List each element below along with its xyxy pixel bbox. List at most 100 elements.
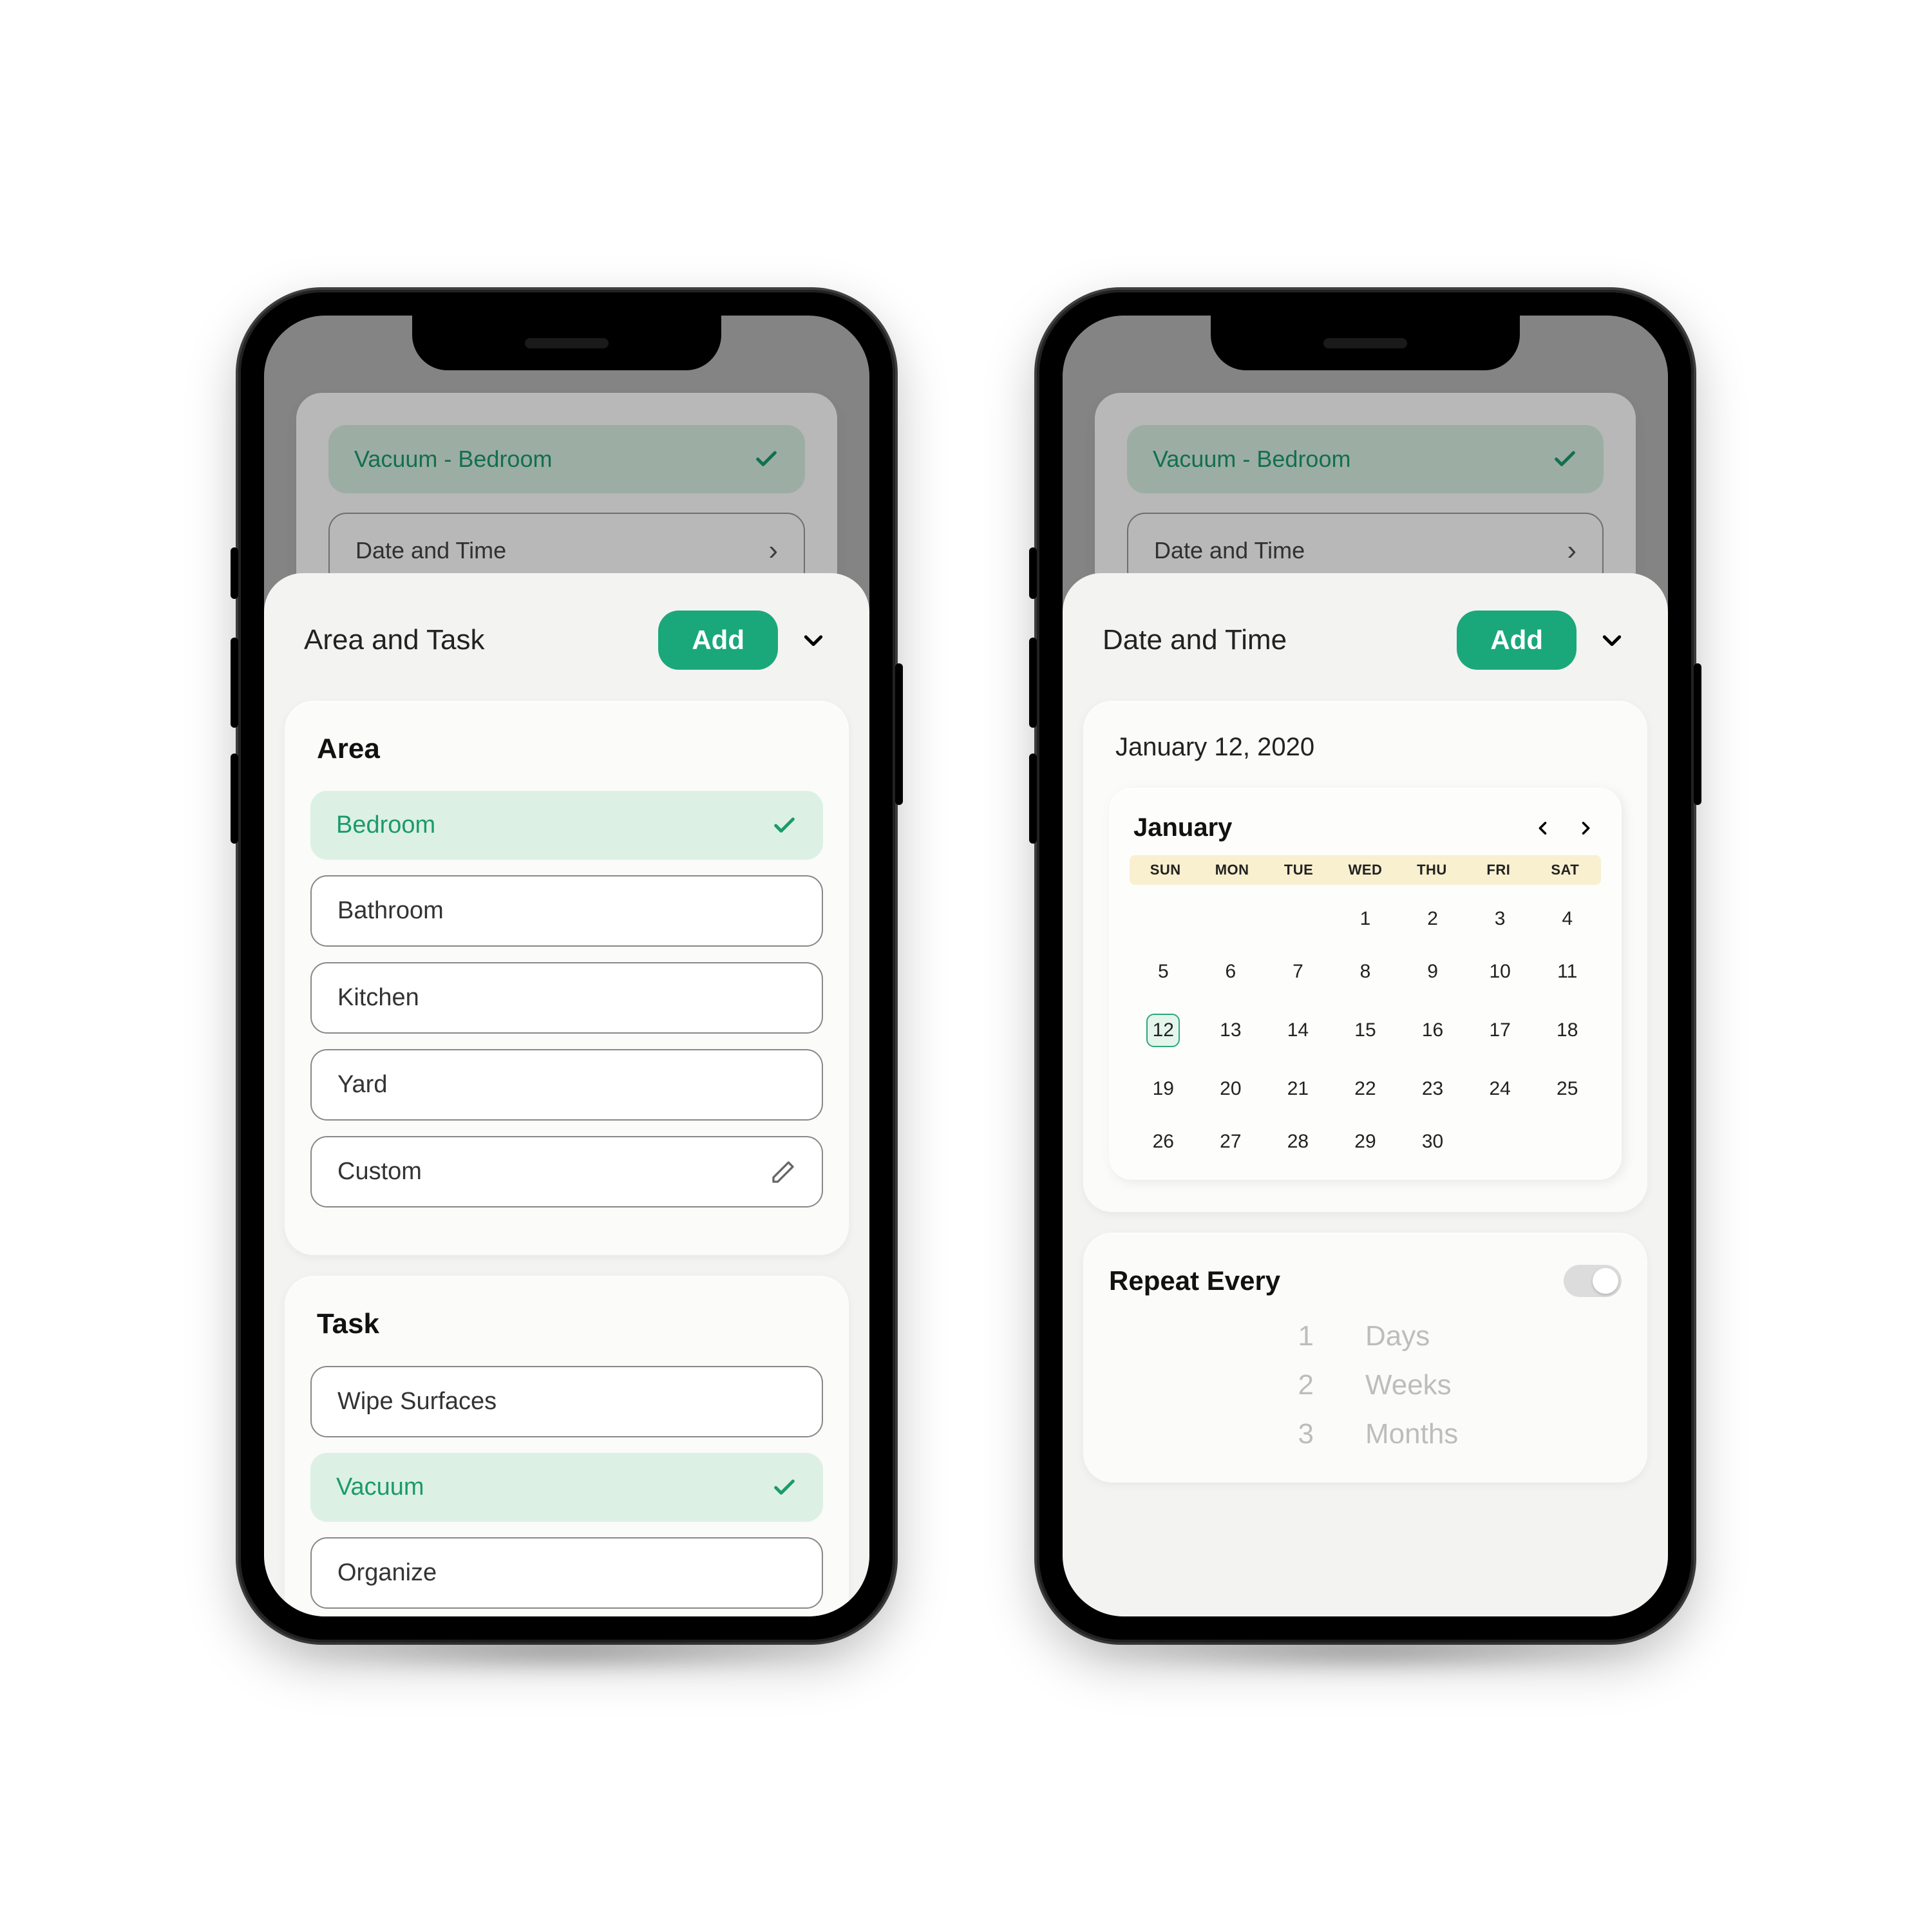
section-title-area: Area (310, 733, 823, 765)
calendar-day-number: 20 (1220, 1078, 1241, 1100)
calendar-day[interactable]: 18 (1533, 1003, 1601, 1057)
check-icon (772, 813, 797, 838)
calendar-day[interactable]: 9 (1399, 951, 1466, 993)
phone-mockup-right: Vacuum - Bedroom Date and Time › Date an… (1037, 290, 1694, 1642)
side-button (231, 753, 238, 844)
calendar-day-number: 28 (1287, 1131, 1309, 1153)
chevron-right-icon[interactable] (1574, 817, 1597, 840)
area-option[interactable]: Custom (310, 1136, 823, 1208)
bottom-sheet-area-task: Area and Task Add Area Bedroom Bathroom Ki… (264, 573, 869, 1616)
calendar-day[interactable]: 16 (1399, 1003, 1466, 1057)
calendar-section: January 12, 2020 January SU (1083, 701, 1647, 1212)
pencil-icon[interactable] (770, 1159, 796, 1185)
area-option[interactable]: Kitchen (310, 962, 823, 1034)
option-label: Custom (337, 1158, 422, 1186)
toggle-knob (1593, 1268, 1618, 1294)
calendar-day[interactable]: 4 (1533, 898, 1601, 940)
calendar-day[interactable]: 6 (1197, 951, 1265, 993)
calendar-weekday: WED (1332, 862, 1398, 878)
calendar-day-number: 9 (1427, 961, 1438, 983)
calendar-day-number: 16 (1422, 1019, 1443, 1041)
calendar-day[interactable]: 15 (1332, 1003, 1399, 1057)
calendar-day-number: 6 (1226, 961, 1236, 983)
task-options-list: Wipe Surfaces Vacuum Organize (310, 1366, 823, 1609)
calendar-day[interactable]: 5 (1130, 951, 1197, 993)
calendar-day[interactable]: 29 (1332, 1121, 1399, 1163)
calendar-day[interactable]: 13 (1197, 1003, 1265, 1057)
calendar-day[interactable]: 14 (1264, 1003, 1332, 1057)
calendar-days-grid: 1234567891011121314151617181920212223242… (1130, 898, 1601, 1163)
calendar-day-number: 25 (1557, 1078, 1578, 1100)
calendar-day[interactable]: 20 (1197, 1068, 1265, 1110)
task-option[interactable]: Wipe Surfaces (310, 1366, 823, 1437)
calendar-day[interactable]: 28 (1264, 1121, 1332, 1163)
calendar-day[interactable]: 27 (1197, 1121, 1265, 1163)
side-button (1029, 547, 1037, 599)
chevron-down-icon[interactable] (797, 624, 829, 656)
calendar-day[interactable]: 25 (1533, 1068, 1601, 1110)
calendar-day[interactable]: 3 (1466, 898, 1534, 940)
calendar-day[interactable]: 1 (1332, 898, 1399, 940)
selected-date-label: January 12, 2020 (1109, 733, 1622, 762)
option-label: Vacuum (336, 1473, 424, 1501)
chevron-left-icon[interactable] (1531, 817, 1555, 840)
calendar-weekday: TUE (1265, 862, 1332, 878)
calendar-day-number: 24 (1489, 1078, 1510, 1100)
calendar-day-number: 29 (1354, 1131, 1376, 1153)
task-option[interactable]: Vacuum (310, 1453, 823, 1522)
area-option[interactable]: Bathroom (310, 875, 823, 947)
calendar-day[interactable]: 22 (1332, 1068, 1399, 1110)
task-option[interactable]: Organize (310, 1537, 823, 1609)
repeat-picker[interactable]: 1Days2Weeks3Months (1109, 1320, 1622, 1450)
side-button (895, 663, 903, 805)
task-section: Task Wipe SurfacesVacuumOrganize (285, 1276, 849, 1616)
option-label: Kitchen (337, 984, 419, 1012)
screen: Vacuum - Bedroom Date and Time › Date an… (1063, 316, 1668, 1616)
calendar-day[interactable]: 10 (1466, 951, 1534, 993)
repeat-section: Repeat Every 1Days2Weeks3Months (1083, 1233, 1647, 1482)
screen: Vacuum - Bedroom Date and Time › Area an… (264, 316, 869, 1616)
add-button[interactable]: Add (1457, 611, 1577, 670)
option-label: Bathroom (337, 897, 444, 925)
side-button (231, 547, 238, 599)
calendar-day-number: 2 (1427, 908, 1438, 930)
calendar-weekday: FRI (1465, 862, 1531, 878)
calendar-day[interactable]: 11 (1533, 951, 1601, 993)
calendar-day[interactable]: 19 (1130, 1068, 1197, 1110)
calendar-weekday: THU (1399, 862, 1465, 878)
phone-notch (1211, 316, 1520, 370)
calendar-day[interactable]: 30 (1399, 1121, 1466, 1163)
calendar-day-number: 15 (1354, 1019, 1376, 1041)
area-option[interactable]: Yard (310, 1049, 823, 1121)
add-button[interactable]: Add (658, 611, 778, 670)
calendar-day-number: 10 (1489, 961, 1510, 983)
calendar-day-number: 18 (1557, 1019, 1578, 1041)
calendar-day[interactable]: 26 (1130, 1121, 1197, 1163)
calendar-day-empty (1264, 898, 1332, 940)
calendar-day[interactable]: 24 (1466, 1068, 1534, 1110)
phone-mockup-left: Vacuum - Bedroom Date and Time › Area an… (238, 290, 895, 1642)
sheet-title: Area and Task (304, 624, 639, 656)
calendar-day[interactable]: 12 (1130, 1003, 1197, 1057)
calendar-day[interactable]: 23 (1399, 1068, 1466, 1110)
calendar-day[interactable]: 2 (1399, 898, 1466, 940)
option-label: Yard (337, 1071, 387, 1099)
calendar-day[interactable]: 21 (1264, 1068, 1332, 1110)
repeat-toggle[interactable] (1564, 1265, 1622, 1297)
calendar-day-number: 4 (1562, 908, 1573, 930)
calendar-day[interactable]: 8 (1332, 951, 1399, 993)
chevron-down-icon[interactable] (1596, 624, 1628, 656)
calendar-day-number: 5 (1158, 961, 1169, 983)
repeat-number: 1 (1148, 1320, 1365, 1352)
repeat-number: 2 (1148, 1369, 1365, 1401)
calendar-day-number: 8 (1360, 961, 1371, 983)
calendar-day-empty (1130, 898, 1197, 940)
calendar-day-number: 22 (1354, 1078, 1376, 1100)
option-label: Wipe Surfaces (337, 1388, 497, 1416)
calendar-day-number: 1 (1360, 908, 1371, 930)
area-option[interactable]: Bedroom (310, 791, 823, 860)
calendar-day[interactable]: 7 (1264, 951, 1332, 993)
repeat-header: Repeat Every (1109, 1265, 1622, 1297)
calendar-day[interactable]: 17 (1466, 1003, 1534, 1057)
calendar-day-number: 27 (1220, 1131, 1241, 1153)
